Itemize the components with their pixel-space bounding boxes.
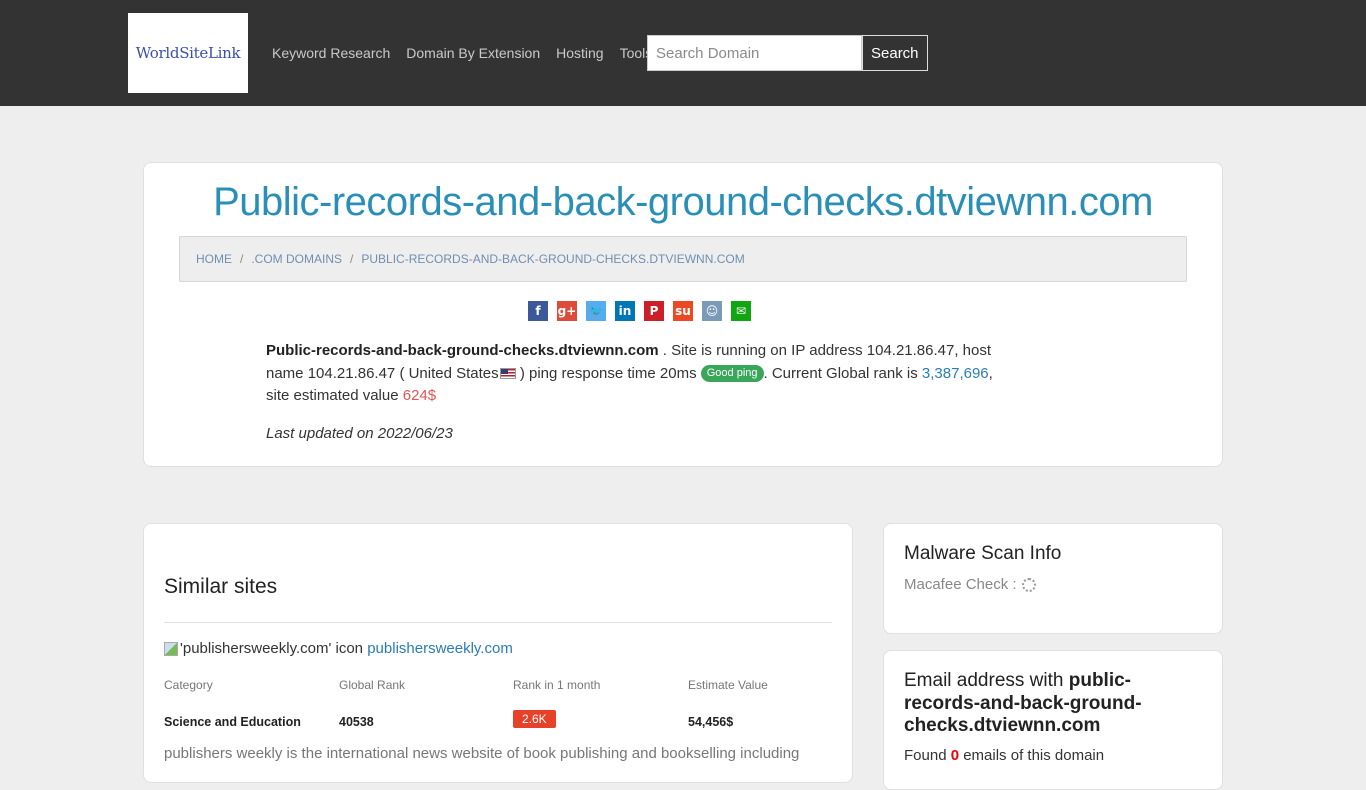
similar-site-link[interactable]: publishersweekly.com bbox=[367, 640, 513, 657]
desc-text: . Current Global rank is bbox=[763, 364, 922, 382]
email-found: Found 0 emails of this domain bbox=[904, 747, 1104, 764]
breadcrumb-com-domains[interactable]: .COM DOMAINS bbox=[251, 252, 342, 266]
divider bbox=[164, 622, 832, 623]
reddit-icon[interactable]: ☺ bbox=[702, 301, 722, 321]
stat-label: Rank in 1 month bbox=[513, 678, 601, 692]
search-form: Search bbox=[647, 35, 928, 71]
stat-label: Estimate Value bbox=[688, 678, 768, 692]
domain-description: Public-records-and-back-ground-checks.dt… bbox=[266, 340, 996, 408]
stat-label: Global Rank bbox=[339, 678, 406, 692]
email-count: 0 bbox=[950, 747, 960, 764]
estimated-value: 624$ bbox=[402, 387, 437, 404]
similar-site-header: 'publishersweekly.com' icon publisherswe… bbox=[164, 640, 513, 657]
nav-links: Keyword Research Domain By Extension Hos… bbox=[264, 0, 671, 106]
navbar: WorldSiteLink Keyword Research Domain By… bbox=[0, 0, 1366, 106]
breadcrumb: HOME / .COM DOMAINS / PUBLIC-RECORDS-AND… bbox=[179, 236, 1187, 282]
similar-sites-title: Similar sites bbox=[164, 575, 278, 598]
breadcrumb-home[interactable]: HOME bbox=[196, 252, 232, 266]
search-domain-input[interactable] bbox=[647, 35, 862, 71]
loading-spinner-icon bbox=[1021, 577, 1036, 592]
twitter-icon[interactable]: 🐦 bbox=[586, 301, 606, 321]
page-title: Public-records-and-back-ground-checks.dt… bbox=[213, 180, 1153, 224]
search-button[interactable]: Search bbox=[862, 35, 928, 71]
us-flag-icon bbox=[499, 368, 516, 380]
broken-image-icon bbox=[164, 641, 178, 656]
site-icon-alt: 'publishersweekly.com' icon bbox=[180, 640, 364, 657]
stat-value: 40538 bbox=[339, 715, 374, 729]
macafee-check: Macafee Check : bbox=[904, 576, 1036, 593]
pinterest-icon[interactable]: P bbox=[644, 301, 664, 321]
stat-value: Science and Education bbox=[164, 715, 301, 729]
desc-text: ) ping response time 20ms bbox=[515, 364, 701, 382]
breadcrumb-separator: / bbox=[350, 252, 354, 266]
rank-badge: 2.6K bbox=[513, 710, 556, 728]
nav-keyword-research[interactable]: Keyword Research bbox=[264, 45, 398, 61]
stat-rank-1-month: Rank in 1 month 2.6K bbox=[513, 678, 688, 728]
macafee-label: Macafee Check : bbox=[904, 576, 1017, 593]
stumbleupon-icon[interactable]: su bbox=[673, 301, 693, 321]
stat-value-wrap: 2.6K bbox=[513, 710, 688, 728]
breadcrumb-current[interactable]: PUBLIC-RECORDS-AND-BACK-GROUND-CHECKS.DT… bbox=[361, 252, 744, 266]
found-prefix: Found bbox=[904, 747, 951, 764]
last-updated: Last updated on 2022/06/23 bbox=[266, 425, 453, 442]
found-suffix: emails of this domain bbox=[959, 747, 1105, 764]
email-icon[interactable]: ✉ bbox=[731, 301, 751, 321]
breadcrumb-separator: / bbox=[240, 252, 244, 266]
email-title: Email address with public-records-and-ba… bbox=[904, 670, 1194, 738]
stat-value: 54,456$ bbox=[688, 715, 734, 729]
stat-category: Category Science and Education bbox=[164, 678, 339, 729]
nav-hosting[interactable]: Hosting bbox=[548, 45, 611, 61]
stat-label: Category bbox=[164, 678, 213, 692]
malware-title: Malware Scan Info bbox=[904, 543, 1062, 564]
stat-estimate-value: Estimate Value 54,456$ bbox=[688, 678, 863, 729]
domain-name: Public-records-and-back-ground-checks.dt… bbox=[266, 342, 659, 359]
site-logo[interactable]: WorldSiteLink bbox=[128, 13, 248, 93]
email-title-prefix: Email address with bbox=[904, 670, 1069, 691]
google-plus-icon[interactable]: g+ bbox=[557, 301, 577, 321]
linkedin-icon[interactable]: in bbox=[615, 301, 635, 321]
nav-domain-by-extension[interactable]: Domain By Extension bbox=[398, 45, 548, 61]
global-rank-link[interactable]: 3,387,696 bbox=[922, 365, 989, 382]
stat-global-rank: Global Rank 40538 bbox=[339, 678, 514, 729]
share-bar: f g+ 🐦 in Psu ☺ ✉ bbox=[528, 301, 751, 321]
similar-site-description: publishers weekly is the international n… bbox=[164, 745, 800, 762]
ping-status-badge: Good ping bbox=[700, 365, 764, 383]
facebook-icon[interactable]: f bbox=[528, 301, 548, 321]
